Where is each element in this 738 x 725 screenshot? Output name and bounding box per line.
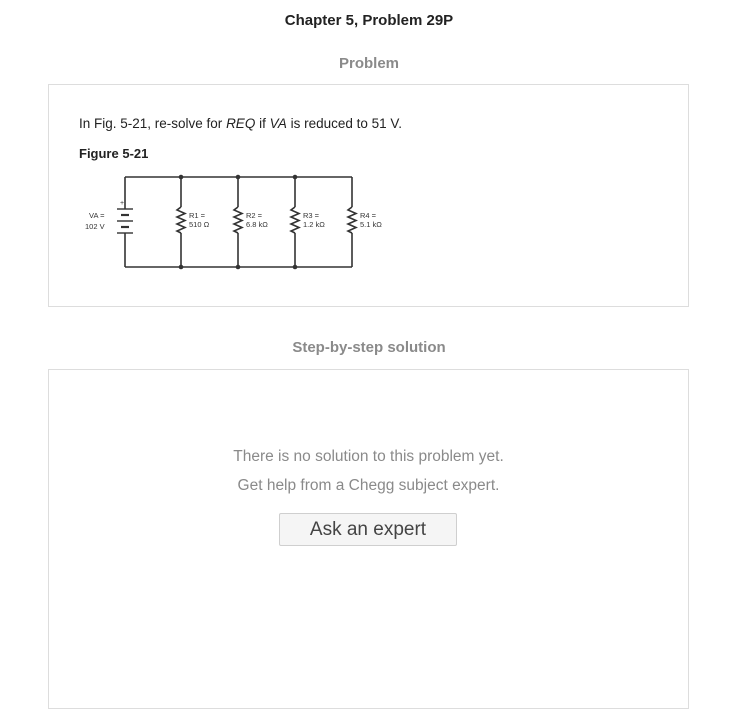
resistor-r4-symbol [346,206,358,234]
problem-text-part: In Fig. 5-21, re-solve for [79,116,227,131]
source-value: 102 V [85,222,105,231]
expert-help-message: Get help from a Chegg subject expert. [237,477,500,494]
resistor-r3-symbol [289,206,301,234]
problem-text-part: is reduced to 51 V. [286,116,402,131]
page-title: Chapter 5, Problem 29P [284,12,454,29]
solution-heading: Step-by-step solution [292,339,446,356]
r4-label: R4 = [360,211,377,220]
problem-panel: In Fig. 5-21, re-solve for REQ if VA is … [48,84,689,307]
source-label: VA = [89,211,105,220]
resistor-r2-symbol [232,206,244,234]
battery-plus-sign: + [120,200,124,207]
ask-expert-button[interactable]: Ask an expert [279,513,457,546]
problem-heading: Problem [338,55,399,72]
r2-label: R2 = [246,211,263,220]
resistor-r1-symbol [175,206,187,234]
r2-value: 6.8 kΩ [246,220,268,229]
r1-label: R1 = [189,211,206,220]
circuit-diagram: + VA = 102 V R1 = 510 Ω R2 = 6.8 kΩ R3 =… [85,174,382,270]
no-solution-message: There is no solution to this problem yet… [233,448,504,465]
problem-text-req: REQ [226,116,256,131]
problem-text-part: if [255,116,270,131]
problem-text: In Fig. 5-21, re-solve for REQ if VA is … [79,116,402,131]
r3-label: R3 = [303,211,320,220]
figure-label: Figure 5-21 [79,146,149,161]
r1-value: 510 Ω [189,220,210,229]
r3-value: 1.2 kΩ [303,220,325,229]
battery-symbol [117,208,133,234]
solution-panel: There is no solution to this problem yet… [48,369,689,709]
r4-value: 5.1 kΩ [360,220,382,229]
problem-text-va: VA [269,116,287,131]
